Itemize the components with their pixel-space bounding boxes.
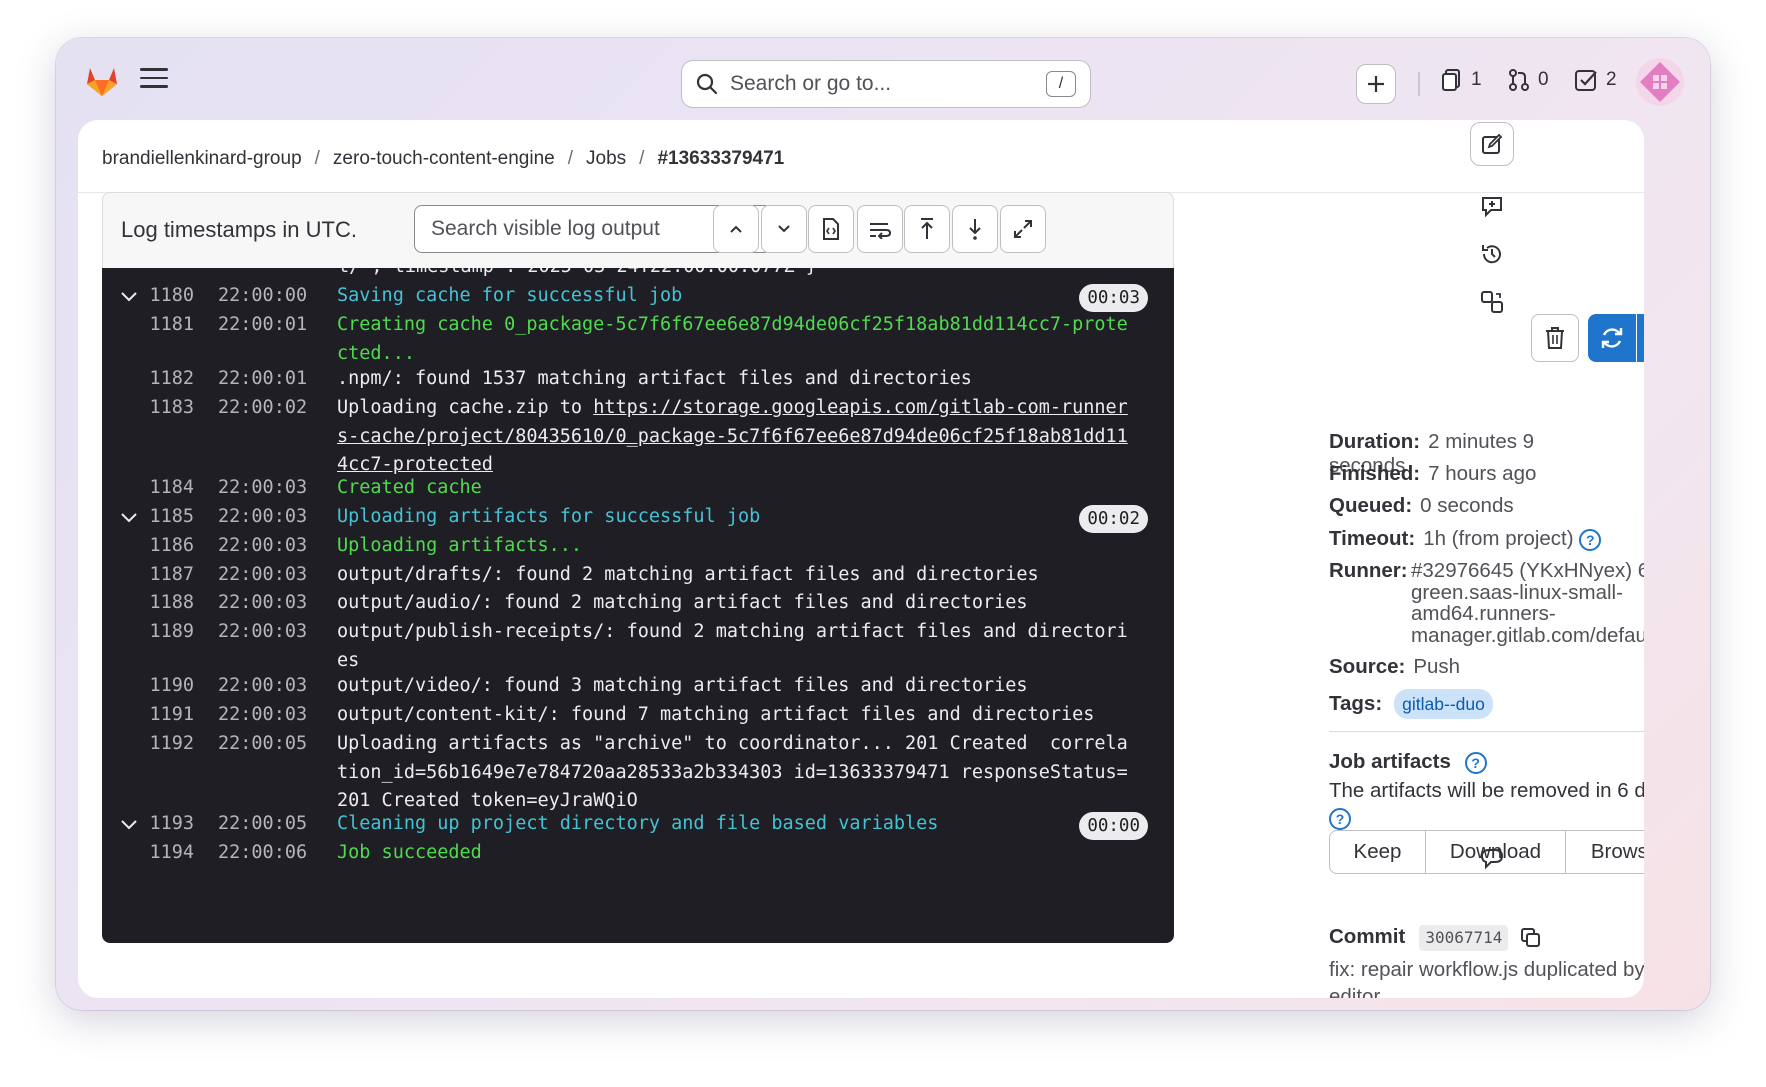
- job-log: t/", timestamp : 2025-03-24T22:00:00.077…: [102, 268, 1174, 943]
- section-duration-badge: 00:03: [1079, 284, 1148, 312]
- chevron-up-icon: [730, 225, 742, 233]
- job-tag[interactable]: gitlab--duo: [1394, 689, 1493, 719]
- main-panel: brandiellenkinard-group / zero-touch-con…: [78, 120, 1644, 998]
- job-sidebar: Duration: 2 minutes 9 seconds Finished: 7 …: [1194, 192, 1644, 998]
- timeout-row: Timeout: 1h (from project) ?: [1329, 527, 1602, 551]
- todo-icon: [1575, 70, 1597, 91]
- compare-icon: [1481, 291, 1503, 313]
- help-icon[interactable]: ?: [1579, 528, 1602, 551]
- history-button[interactable]: [1474, 236, 1510, 272]
- comment-plus-icon: [1482, 197, 1502, 218]
- job-artifacts-title: Job artifacts ?: [1329, 750, 1487, 774]
- issues-count: 1: [1471, 69, 1482, 90]
- merge-requests-count: 0: [1538, 69, 1549, 90]
- menu-icon[interactable]: [140, 68, 168, 92]
- compare-button[interactable]: [1474, 284, 1510, 320]
- chevron-down-icon: [778, 225, 790, 233]
- history-icon: [1482, 245, 1501, 264]
- next-match-button[interactable]: [761, 205, 807, 253]
- plus-icon: [1368, 76, 1384, 92]
- create-new-button[interactable]: [1356, 64, 1396, 104]
- log-search-input[interactable]: Search visible log output: [414, 205, 726, 253]
- help-icon[interactable]: ?: [1329, 807, 1351, 830]
- scroll-to-bottom-button[interactable]: [952, 205, 998, 253]
- user-avatar[interactable]: [1636, 58, 1684, 106]
- toolbar-divider: [1418, 72, 1420, 96]
- copy-icon[interactable]: [1520, 927, 1542, 949]
- finished-row: Finished: 7 hours ago: [1329, 462, 1537, 485]
- search-placeholder: Search or go to...: [730, 72, 892, 95]
- browse-artifacts-button[interactable]: Browse: [1566, 830, 1644, 874]
- keep-artifacts-button[interactable]: Keep: [1329, 830, 1426, 874]
- gitlab-logo-icon[interactable]: [82, 60, 122, 100]
- previous-match-button[interactable]: [713, 205, 759, 253]
- duo-chat-button[interactable]: [1474, 840, 1510, 876]
- issues-counter[interactable]: 1: [1441, 68, 1482, 92]
- commit-row: Commit 30067714: [1329, 925, 1542, 951]
- issues-icon: [1442, 69, 1460, 91]
- merge-request-icon: [1509, 69, 1529, 91]
- scroll-to-top-button[interactable]: [904, 205, 950, 253]
- breadcrumb-group[interactable]: brandiellenkinard-group: [102, 148, 302, 170]
- runner-label: Runner:: [1329, 559, 1408, 582]
- todos-counter[interactable]: 2: [1574, 68, 1617, 92]
- retry-icon: [1601, 328, 1623, 348]
- tags-row: Tags: gitlab--duo: [1329, 689, 1493, 719]
- commit-message[interactable]: fix: repair workflow.js duplicated by we…: [1329, 956, 1644, 998]
- trash-icon: [1546, 327, 1564, 349]
- top-bar: Search or go to... / 1 0 2: [56, 38, 1710, 120]
- commit-sha[interactable]: 30067714: [1419, 925, 1509, 951]
- fullscreen-button[interactable]: [1000, 205, 1046, 253]
- edit-button[interactable]: [1470, 122, 1514, 166]
- comment-button[interactable]: [1474, 188, 1510, 224]
- section-duration-badge: 00:00: [1079, 812, 1148, 840]
- edit-icon: [1482, 133, 1503, 154]
- queued-row: Queued: 0 seconds: [1329, 494, 1514, 517]
- todos-count: 2: [1606, 69, 1617, 90]
- toggle-line-wrap-button[interactable]: [857, 205, 903, 253]
- source-row: Source: Push: [1329, 655, 1461, 678]
- view-raw-button[interactable]: [808, 205, 854, 253]
- log-timestamps-note: Log timestamps in UTC.: [121, 217, 357, 242]
- expand-icon: [1014, 220, 1032, 238]
- search-input[interactable]: Search or go to... /: [681, 60, 1091, 108]
- section-duration-badge: 00:02: [1079, 505, 1148, 533]
- log-partial-line: t/", timestamp : 2025-03-24T22:00:00.077…: [338, 268, 817, 277]
- breadcrumb-current-job[interactable]: #13633379471: [657, 148, 784, 170]
- scroll-down-icon: [969, 219, 981, 240]
- help-icon[interactable]: ?: [1464, 751, 1487, 774]
- search-shortcut-key: /: [1046, 71, 1076, 97]
- breadcrumb-jobs[interactable]: Jobs: [586, 148, 626, 170]
- retry-options-dropdown[interactable]: [1637, 314, 1644, 362]
- raw-file-icon: [823, 218, 839, 240]
- duo-chat-icon: [1480, 847, 1504, 870]
- browser-window: Search or go to... / 1 0 2 brandiellenki…: [56, 38, 1710, 1010]
- retry-job-button[interactable]: [1588, 314, 1636, 362]
- artifacts-expiry-note: The artifacts will be removed in 6 days: [1329, 779, 1644, 802]
- search-icon: [696, 73, 718, 95]
- text-wrap-icon: [870, 223, 892, 239]
- section-divider: [1329, 731, 1644, 732]
- breadcrumb-project[interactable]: zero-touch-content-engine: [333, 148, 555, 170]
- log-toolbar: Log timestamps in UTC. Search visible lo…: [102, 192, 1174, 268]
- erase-log-button[interactable]: [1531, 314, 1579, 362]
- runner-value[interactable]: #32976645 (YKxHNyex) 6-green.saas-linux-…: [1411, 560, 1644, 646]
- scroll-up-icon: [921, 218, 933, 239]
- merge-requests-counter[interactable]: 0: [1508, 68, 1549, 92]
- breadcrumb: brandiellenkinard-group / zero-touch-con…: [102, 148, 785, 170]
